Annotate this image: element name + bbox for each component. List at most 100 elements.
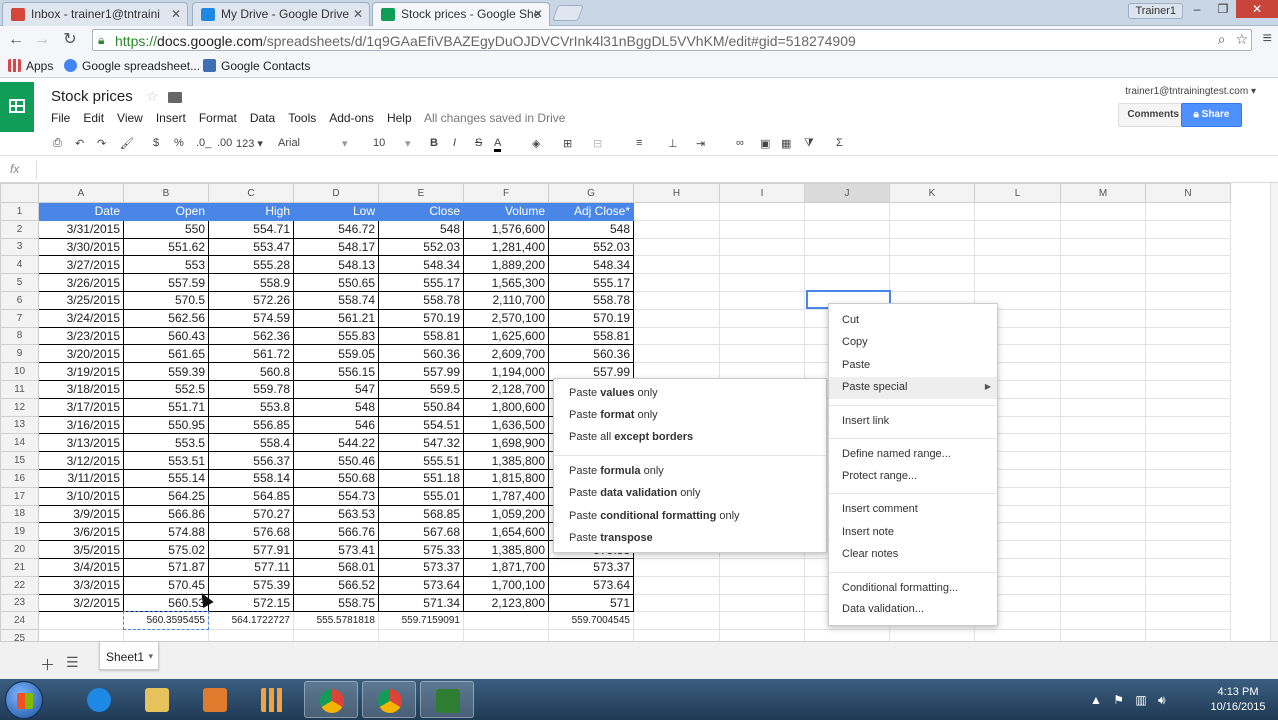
cell[interactable]: 554.73 [293,486,379,506]
flag-icon[interactable]: ⚑ [1113,693,1124,707]
vertical-align-icon[interactable]: ⊥ [668,137,678,150]
column-header[interactable]: H [633,183,720,203]
cell[interactable]: 571 [548,593,634,613]
cell[interactable]: 550.95 [123,415,209,435]
cell[interactable]: 552.03 [548,237,634,257]
cell[interactable]: 558.78 [378,290,464,310]
bookmark-google-contacts[interactable]: Google Contacts [203,59,310,73]
font-size-dropdown[interactable]: 10 [373,137,385,149]
cell[interactable]: 559.78 [208,379,294,399]
row-header[interactable]: 15 [0,451,39,470]
cell[interactable]: 553.5 [123,433,209,453]
cell[interactable] [1145,397,1231,417]
cell[interactable]: 558.74 [293,290,379,310]
taskbar-camtasia[interactable] [420,681,474,718]
account-email[interactable]: trainer1@tntrainingtest.com ▾ [1125,86,1256,97]
menu-format[interactable]: Format [199,111,237,125]
paste-special-item[interactable]: Paste all except borders [569,431,693,443]
cell[interactable]: 564.1722727 [208,611,294,631]
menu-cut[interactable]: Cut [842,314,859,326]
bookmark-apps[interactable]: Apps [8,59,53,73]
paste-special-item[interactable]: Paste format only [569,409,658,421]
cell[interactable]: 547.32 [378,433,464,453]
filter-icon[interactable]: ⧩ [804,137,814,150]
cell[interactable]: 562.56 [123,308,209,328]
tab-sheets[interactable]: Stock prices - Google She ✕ [372,2,550,26]
row-header[interactable]: 6 [0,290,39,310]
cell[interactable]: 564.85 [208,486,294,506]
cell[interactable] [719,290,805,310]
cell[interactable]: 555.28 [208,255,294,275]
cell[interactable]: 1,800,600 [463,397,549,417]
cell[interactable]: 2,123,800 [463,593,549,613]
paint-format-icon[interactable]: 🖌︎ [120,137,134,150]
cell[interactable]: 3/25/2015 [38,290,124,310]
cell[interactable] [1145,629,1231,641]
cell[interactable] [804,255,890,275]
cell[interactable]: 1,625,600 [463,326,549,346]
cell[interactable] [1145,362,1231,381]
window-close-icon[interactable]: ✕ [1236,0,1278,18]
cell[interactable] [463,629,549,641]
cell[interactable]: 544.22 [293,433,379,453]
cell[interactable]: 570.19 [378,308,464,328]
column-header[interactable]: C [208,183,294,203]
cell[interactable]: 3/24/2015 [38,308,124,328]
cell[interactable] [633,575,720,595]
cell[interactable]: 3/9/2015 [38,504,124,524]
cell[interactable] [633,629,720,641]
column-header[interactable]: L [974,183,1061,203]
cell[interactable] [633,557,720,577]
cell[interactable] [804,202,890,221]
cell[interactable] [719,629,805,641]
cell[interactable] [1145,273,1231,292]
menu-insert-comment[interactable]: Insert comment [842,503,918,515]
row-header[interactable]: 20 [0,540,39,559]
cell[interactable]: 3/16/2015 [38,415,124,435]
cell[interactable] [633,237,720,257]
column-header[interactable]: D [293,183,379,203]
cell[interactable]: 559.5 [378,379,464,399]
cell[interactable]: 2,128,700 [463,379,549,399]
document-title[interactable]: Stock prices [51,88,133,105]
cell[interactable]: 550.65 [293,273,379,292]
start-button[interactable] [5,681,43,719]
row-header[interactable]: 22 [0,575,39,595]
cell[interactable] [208,629,294,641]
cell[interactable]: 3/30/2015 [38,237,124,257]
row-header[interactable]: 18 [0,504,39,524]
functions-button[interactable]: Σ [836,137,843,149]
cell[interactable]: 566.52 [293,575,379,595]
cell[interactable]: Volume [463,202,549,221]
row-header[interactable]: 2 [0,219,39,239]
menu-insert-note[interactable]: Insert note [842,526,894,538]
percent-button[interactable]: % [174,137,184,149]
cell[interactable]: 1,871,700 [463,557,549,577]
cell[interactable]: 546 [293,415,379,435]
cell[interactable] [633,273,720,292]
cell[interactable] [633,344,720,364]
cell[interactable]: 554.51 [378,415,464,435]
taskbar-explorer[interactable] [130,681,184,718]
maximize-icon[interactable]: ❐ [1210,0,1236,18]
cell[interactable]: 551.71 [123,397,209,417]
cell[interactable]: 550.84 [378,397,464,417]
cell[interactable]: 556.37 [208,451,294,470]
cell[interactable]: 551.18 [378,468,464,488]
cell[interactable]: 548.34 [548,255,634,275]
cell[interactable]: Date [38,202,124,221]
cell[interactable] [1145,344,1231,364]
cell[interactable]: 552.03 [378,237,464,257]
cell[interactable]: 575.33 [378,540,464,559]
cell[interactable]: 548.34 [378,255,464,275]
cell[interactable]: 3/26/2015 [38,273,124,292]
cell[interactable]: 571.87 [123,557,209,577]
bookmark-google-spreadsheet[interactable]: Google spreadsheet... [64,59,200,73]
search-icon[interactable]: ⌕ [1218,31,1226,47]
cell[interactable] [719,202,805,221]
cell[interactable] [1060,486,1146,506]
column-header[interactable]: K [889,183,975,203]
row-header[interactable]: 19 [0,522,39,542]
row-header[interactable]: 16 [0,468,39,488]
cell[interactable] [1060,611,1146,631]
